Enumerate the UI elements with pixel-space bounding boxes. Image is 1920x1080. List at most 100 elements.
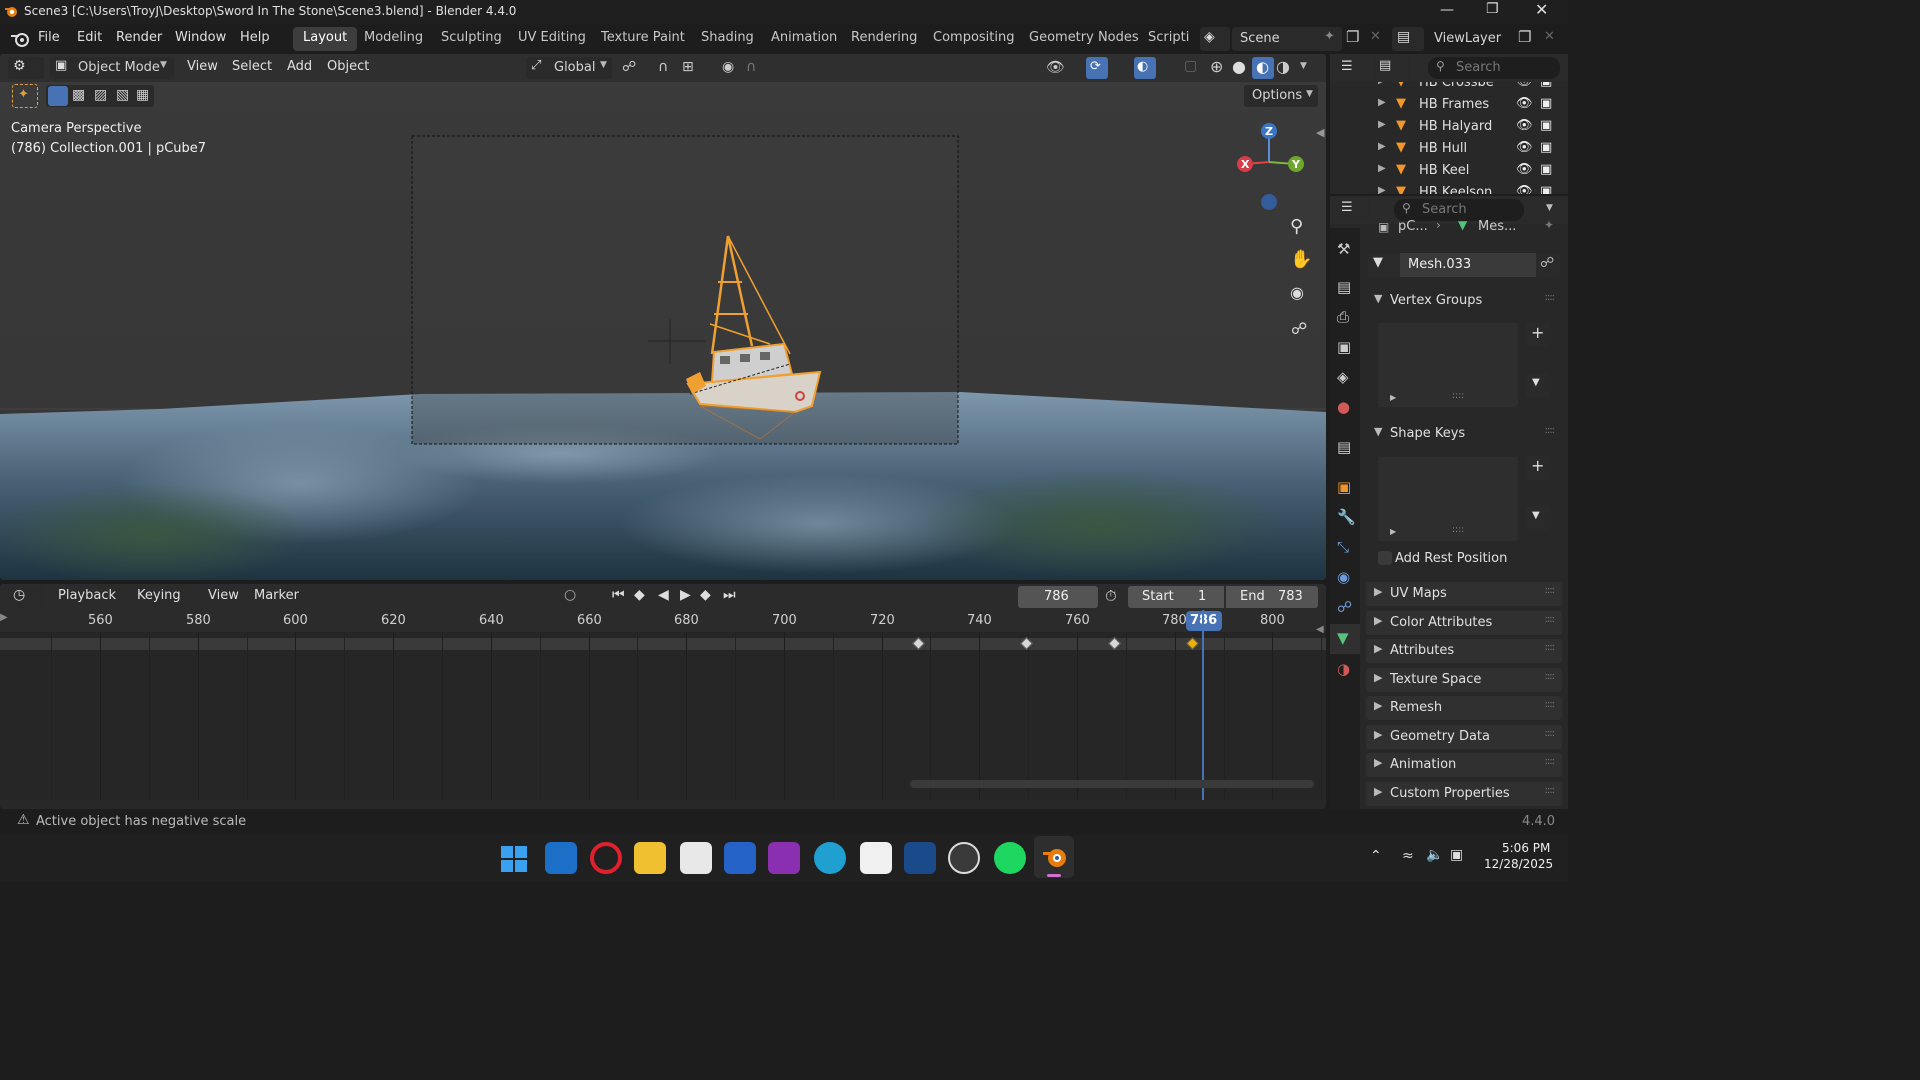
snap-target-icon[interactable]: ⊞ bbox=[682, 59, 694, 75]
expand-icon[interactable]: ▶ bbox=[1378, 97, 1386, 108]
select-intersect-icon[interactable]: ▦ bbox=[136, 87, 149, 103]
auto-keying-icon[interactable]: ○ bbox=[564, 587, 576, 603]
eye-icon[interactable]: 👁 bbox=[1516, 96, 1533, 111]
current-frame-field[interactable]: 786 bbox=[1018, 586, 1098, 608]
file-explorer-icon[interactable] bbox=[634, 842, 666, 874]
delete-view-layer-icon[interactable]: ✕ bbox=[1544, 29, 1555, 44]
visibility-icon[interactable]: 👁 bbox=[1046, 58, 1065, 76]
outliner-item[interactable]: ▶ ▼ HB Keelson 👁 ▣ bbox=[1330, 182, 1568, 194]
word-app-icon[interactable] bbox=[724, 842, 756, 874]
volume-icon[interactable]: 🔈 bbox=[1426, 847, 1443, 863]
drag-handle-icon[interactable]: :::: bbox=[1545, 728, 1556, 739]
pin-icon[interactable]: ✦ bbox=[1544, 218, 1554, 232]
playhead-label-box[interactable]: 786 bbox=[1186, 611, 1222, 631]
drag-handle-icon[interactable]: :::: bbox=[1545, 614, 1556, 625]
outliner-item[interactable]: ▶ ▼ HB Frames 👁 ▣ bbox=[1330, 94, 1568, 116]
play-icon[interactable]: ▶ bbox=[680, 587, 691, 603]
menu-render[interactable]: Render bbox=[116, 30, 162, 45]
drag-handle-icon[interactable]: :::: bbox=[1545, 699, 1556, 710]
proportional-edit-icon[interactable]: ◉ bbox=[722, 59, 734, 75]
tab-shading[interactable]: Shading bbox=[691, 27, 764, 51]
tab-texture-paint[interactable]: Texture Paint bbox=[591, 27, 695, 51]
pivot-point-icon[interactable]: ☍ bbox=[622, 59, 636, 75]
zoom-icon[interactable]: ⚲ bbox=[1290, 216, 1303, 237]
collection-tab-icon[interactable]: ▤ bbox=[1337, 438, 1351, 456]
add-shape-key-button[interactable]: + bbox=[1526, 456, 1550, 480]
expand-icon[interactable]: ▶ bbox=[1378, 82, 1386, 86]
custom-properties-panel-header[interactable]: ▶ Custom Properties :::: bbox=[1366, 782, 1562, 806]
clock-date[interactable]: 12/28/2025 bbox=[1484, 857, 1553, 871]
outliner-item[interactable]: ▶ ▼ HB Keel 👁 ▣ bbox=[1330, 160, 1568, 182]
solid-shading-icon[interactable]: ● bbox=[1232, 57, 1246, 76]
expand-icon[interactable]: ▶ bbox=[1378, 119, 1386, 130]
blender-menu-icon[interactable] bbox=[10, 30, 30, 48]
prev-keyframe-icon[interactable]: ◆ bbox=[634, 587, 645, 603]
material-tab-icon[interactable]: ◑ bbox=[1337, 660, 1350, 678]
edge-browser-icon[interactable] bbox=[814, 842, 846, 874]
menu-select[interactable]: Select bbox=[226, 58, 278, 78]
drag-handle-icon[interactable]: :::: bbox=[1545, 756, 1556, 767]
menu-add[interactable]: Add bbox=[281, 58, 318, 78]
frame-ruler[interactable]: 560 580 600 620 640 660 680 700 720 740 … bbox=[0, 610, 1326, 632]
tool-tab-icon[interactable]: ⚒ bbox=[1337, 240, 1350, 258]
tab-uv-editing[interactable]: UV Editing bbox=[508, 27, 596, 51]
physics-tab-icon[interactable]: ◉ bbox=[1337, 568, 1350, 586]
geometry-data-panel-header[interactable]: ▶ Geometry Data :::: bbox=[1366, 725, 1562, 749]
outliner-item[interactable]: ▶ ▼ HB Halyard 👁 ▣ bbox=[1330, 116, 1568, 138]
drag-handle-icon[interactable]: :::: bbox=[1545, 785, 1556, 796]
add-rest-position-checkbox[interactable] bbox=[1378, 551, 1392, 565]
world-tab-icon[interactable]: ● bbox=[1337, 398, 1350, 416]
properties-editor-type-button[interactable]: ☰ bbox=[1336, 199, 1370, 221]
start-frame-field[interactable]: Start 1 bbox=[1128, 586, 1224, 608]
viewport-scene[interactable] bbox=[0, 54, 1326, 580]
dolphin-app-icon[interactable] bbox=[904, 842, 936, 874]
microsoft-store-icon[interactable] bbox=[680, 842, 712, 874]
expand-list-icon[interactable]: ▶ bbox=[1390, 527, 1396, 536]
keyframe[interactable] bbox=[1107, 637, 1121, 650]
drag-handle-icon[interactable]: :::: bbox=[1545, 642, 1556, 653]
tab-geometry-nodes[interactable]: Geometry Nodes bbox=[1019, 27, 1149, 51]
new-scene-icon[interactable]: ❐ bbox=[1346, 28, 1359, 46]
pan-hand-icon[interactable]: ✋ bbox=[1290, 249, 1312, 270]
scene-selector-button[interactable]: ◈ bbox=[1200, 27, 1230, 51]
tab-layout[interactable]: Layout bbox=[293, 27, 358, 51]
wireframe-shading-icon[interactable]: ⊕ bbox=[1210, 57, 1223, 76]
playhead-line[interactable] bbox=[1202, 610, 1204, 800]
eye-icon[interactable]: 👁 bbox=[1516, 140, 1533, 155]
tab-compositing[interactable]: Compositing bbox=[923, 27, 1025, 51]
expand-icon[interactable]: ▶ bbox=[1378, 163, 1386, 174]
stopwatch-icon[interactable]: ⏱ bbox=[1105, 587, 1117, 605]
camera-icon[interactable]: ▣ bbox=[1540, 184, 1552, 194]
menu-marker[interactable]: Marker bbox=[248, 587, 305, 607]
tab-animation[interactable]: Animation bbox=[761, 27, 847, 51]
timeline-editor-type-button[interactable]: ◷ bbox=[8, 586, 44, 608]
jump-start-icon[interactable]: ⏮ bbox=[612, 587, 625, 603]
select-invert-icon[interactable]: ▧ bbox=[116, 87, 129, 103]
outliner-item[interactable]: ▶ ▼ HB Hull 👁 ▣ bbox=[1330, 138, 1568, 160]
camera-view-icon[interactable]: ◉ bbox=[1290, 283, 1304, 302]
menu-playback[interactable]: Playback bbox=[52, 587, 122, 607]
select-extend-icon[interactable]: ▩ bbox=[72, 87, 85, 103]
menu-window[interactable]: Window bbox=[175, 30, 226, 45]
camera-icon[interactable]: ▣ bbox=[1540, 140, 1552, 155]
color-attributes-panel-header[interactable]: ▶ Color Attributes :::: bbox=[1366, 611, 1562, 635]
3d-viewport[interactable]: ⚙ ▣ Object Mode ▼ View Select Add Object… bbox=[0, 54, 1326, 580]
gizmo-toggle-button[interactable]: ⟳ bbox=[1086, 57, 1108, 79]
menu-timeline-view[interactable]: View bbox=[202, 587, 245, 607]
chevron-up-icon[interactable]: ⌃ bbox=[1370, 848, 1382, 864]
select-new-icon[interactable] bbox=[48, 86, 68, 106]
add-vertex-group-button[interactable]: + bbox=[1526, 323, 1550, 347]
eye-icon[interactable]: 👁 bbox=[1516, 162, 1533, 177]
display-mode-button[interactable]: ▤ bbox=[1374, 57, 1410, 79]
delete-scene-icon[interactable]: ✕ bbox=[1370, 29, 1381, 44]
wordpress-app-icon[interactable] bbox=[948, 842, 980, 874]
outliner-item[interactable]: ▶ ▼ HB Crossbe 👁 ▣ bbox=[1330, 82, 1568, 94]
expand-right-icon[interactable]: ◀ bbox=[1316, 624, 1324, 635]
menu-view[interactable]: View bbox=[181, 58, 224, 78]
drag-handle-icon[interactable]: :::: bbox=[1545, 292, 1556, 303]
properties-panel[interactable]: ☰ ⚲ Search ▼ ⚒ ▤ ⎙ ▣ ◈ ● ▤ ▣ 🔧 ⤡ ◉ ☍ ▼ ◑… bbox=[1330, 196, 1568, 809]
scene-name-field[interactable]: Scene ✦ bbox=[1232, 27, 1342, 51]
uv-maps-panel-header[interactable]: ▶ UV Maps :::: bbox=[1366, 582, 1562, 606]
menu-keying[interactable]: Keying bbox=[131, 587, 187, 607]
onenote-app-icon[interactable] bbox=[768, 842, 800, 874]
